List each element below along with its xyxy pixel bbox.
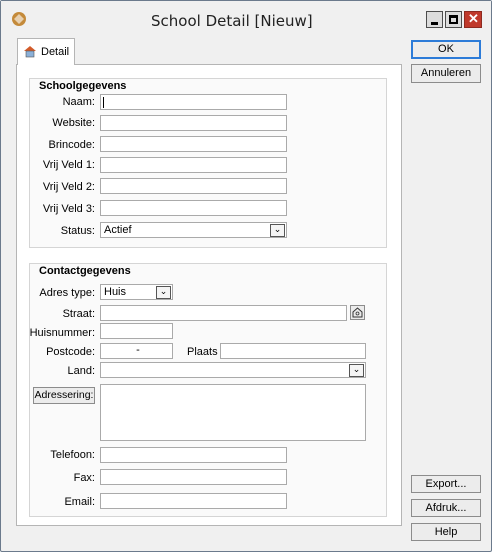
addressing-textarea[interactable] — [100, 384, 366, 441]
maximize-icon — [449, 15, 458, 24]
title-bar[interactable]: School Detail [Nieuw] ✕ — [1, 1, 491, 36]
addressing-button[interactable]: Adressering: — [33, 387, 95, 404]
help-button[interactable]: Help — [411, 523, 481, 541]
address-type-value: Huis — [104, 286, 127, 298]
export-button[interactable]: Export... — [411, 475, 481, 493]
name-label: Naam: — [62, 96, 95, 108]
postcode-input[interactable]: - — [100, 343, 173, 359]
city-label: Plaats — [187, 346, 218, 358]
free-field-1-input[interactable] — [100, 157, 287, 173]
house-number-input[interactable] — [100, 323, 173, 339]
close-icon: ✕ — [468, 11, 479, 26]
school-icon — [24, 46, 36, 58]
address-type-select[interactable]: Huis ⌄ — [100, 284, 173, 300]
close-button[interactable]: ✕ — [464, 11, 482, 28]
city-input[interactable] — [220, 343, 366, 359]
country-select[interactable]: ⌄ — [100, 362, 366, 378]
website-input[interactable] — [100, 115, 287, 131]
fax-input[interactable] — [100, 469, 287, 485]
chevron-down-icon[interactable]: ⌄ — [270, 224, 285, 237]
status-value: Actief — [104, 224, 132, 236]
status-select[interactable]: Actief ⌄ — [100, 222, 287, 238]
email-input[interactable] — [100, 493, 287, 509]
window-title: School Detail [Nieuw] — [151, 12, 313, 30]
phone-input[interactable] — [100, 447, 287, 463]
window: School Detail [Nieuw] ✕ Detail Schoolgeg… — [0, 0, 492, 552]
street-label: Straat: — [62, 308, 95, 320]
print-button[interactable]: Afdruk... — [411, 499, 481, 517]
free-field-3-label: Vrij Veld 3: — [42, 203, 95, 215]
chevron-down-icon[interactable]: ⌄ — [349, 364, 364, 377]
free-field-3-input[interactable] — [100, 200, 287, 216]
school-details-heading: Schoolgegevens — [39, 80, 127, 92]
house-number-label: Huisnummer: — [29, 327, 95, 339]
minimize-button[interactable] — [426, 11, 443, 28]
fax-label: Fax: — [73, 472, 95, 484]
country-label: Land: — [67, 365, 95, 377]
free-field-2-label: Vrij Veld 2: — [42, 181, 95, 193]
website-label: Website: — [52, 117, 95, 129]
home-icon — [352, 307, 363, 318]
minimize-icon — [431, 22, 438, 25]
app-icon — [12, 12, 26, 26]
text-cursor — [103, 97, 104, 108]
free-field-1-label: Vrij Veld 1: — [42, 159, 95, 171]
cancel-button[interactable]: Annuleren — [411, 64, 481, 83]
maximize-button[interactable] — [445, 11, 462, 28]
chevron-down-icon[interactable]: ⌄ — [156, 286, 171, 299]
street-input[interactable] — [100, 305, 347, 321]
email-label: Email: — [64, 496, 95, 508]
postcode-label: Postcode: — [46, 346, 95, 358]
phone-label: Telefoon: — [50, 449, 95, 461]
status-label: Status: — [60, 225, 95, 237]
free-field-2-input[interactable] — [100, 178, 287, 194]
address-type-label: Adres type: — [39, 287, 95, 299]
name-input[interactable] — [100, 94, 287, 110]
brincode-input[interactable] — [100, 136, 287, 152]
tab-detail[interactable]: Detail — [17, 38, 75, 65]
brincode-label: Brincode: — [48, 139, 95, 151]
ok-button[interactable]: OK — [411, 40, 481, 59]
tab-label: Detail — [41, 46, 70, 58]
address-lookup-button[interactable] — [350, 305, 365, 320]
contact-details-heading: Contactgegevens — [39, 265, 131, 277]
